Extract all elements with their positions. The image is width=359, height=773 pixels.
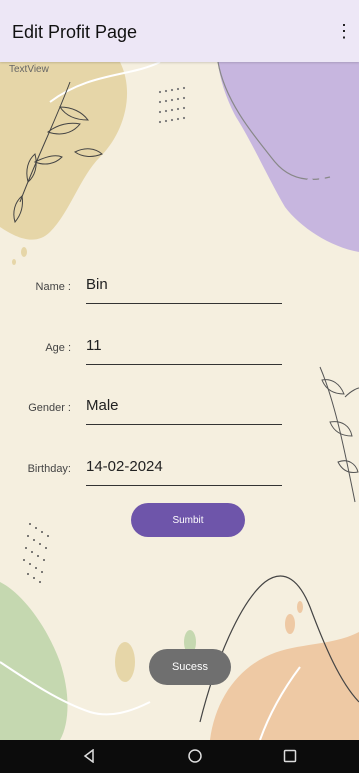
app-bar: Edit Profit Page ⋮ xyxy=(0,0,359,62)
page-title: Edit Profit Page xyxy=(12,22,138,42)
age-field[interactable] xyxy=(86,337,282,365)
navigation-bar xyxy=(0,740,359,773)
name-field[interactable] xyxy=(86,276,282,304)
back-icon[interactable] xyxy=(79,746,99,766)
success-toast: Sucess xyxy=(149,649,231,685)
submit-button[interactable]: Sumbit xyxy=(131,503,245,537)
textview-label: TextView xyxy=(9,64,49,75)
screen: Edit Profit Page ⋮ TextView Name: Bin A… xyxy=(0,0,359,773)
recents-icon[interactable] xyxy=(280,746,300,766)
age-label: Age : xyxy=(45,342,71,354)
more-vert-icon[interactable]: ⋮ xyxy=(335,22,353,40)
name-label: Name : xyxy=(35,281,71,293)
birthday-field[interactable] xyxy=(86,458,282,486)
gender-label: Gender : xyxy=(28,402,71,414)
birthday-label: Birthday: xyxy=(27,463,71,475)
gender-field[interactable] xyxy=(86,397,282,425)
home-icon[interactable] xyxy=(185,746,205,766)
